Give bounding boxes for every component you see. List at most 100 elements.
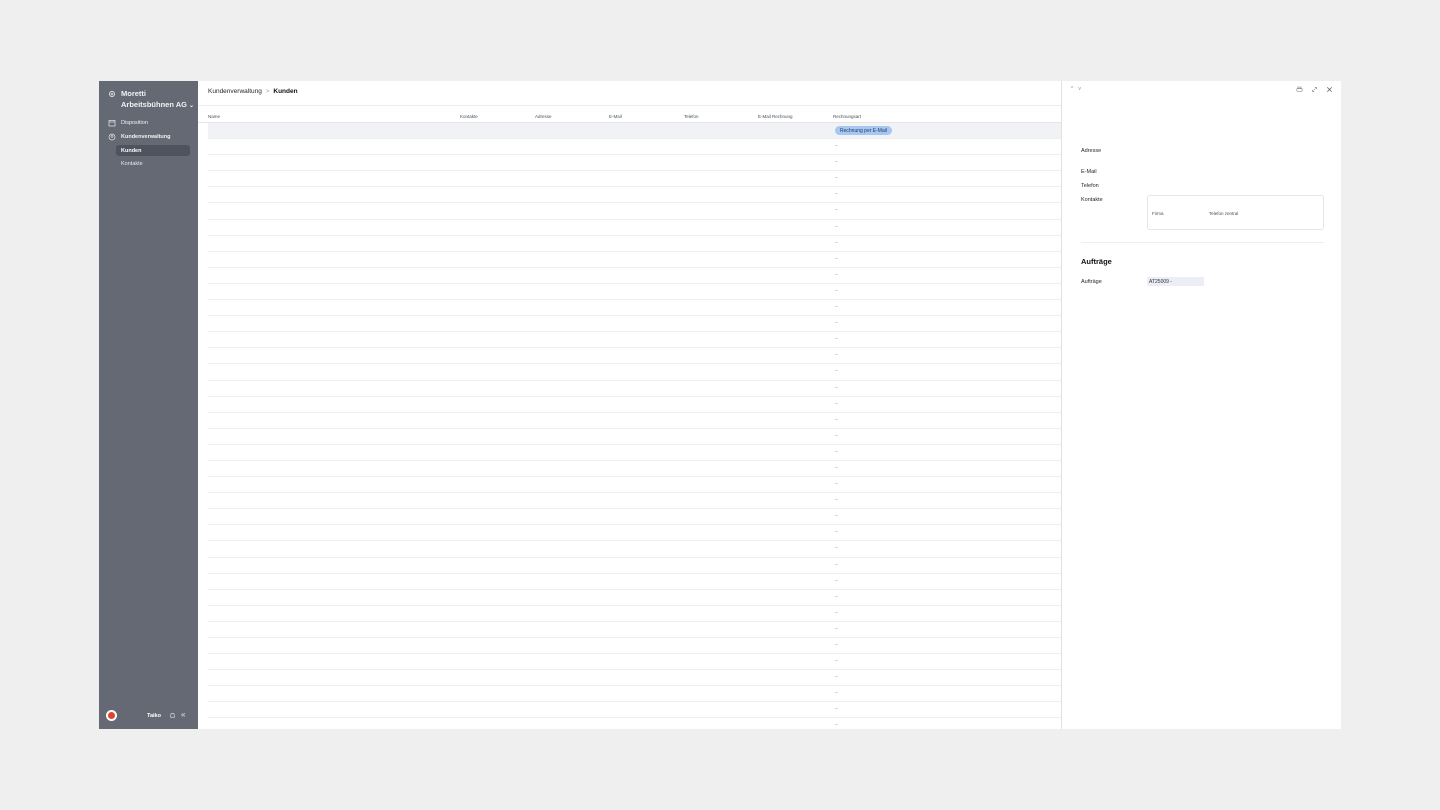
- empty-value: –: [835, 336, 838, 343]
- empty-value: –: [835, 223, 838, 230]
- table-row[interactable]: –: [208, 300, 1061, 317]
- column-header-telefon[interactable]: Telefon: [684, 114, 699, 119]
- empty-value: –: [835, 175, 838, 182]
- empty-value: –: [835, 352, 838, 359]
- chevron-down-icon: ⌄: [188, 103, 195, 109]
- empty-value: –: [835, 159, 838, 166]
- collapse-sidebar-icon[interactable]: «: [181, 710, 185, 719]
- table-body: Rechnung per E-Mail – – – – – – – – – – – – – – – – – – – – –…: [198, 123, 1061, 729]
- empty-value: –: [835, 143, 838, 150]
- table-row[interactable]: –: [208, 445, 1061, 461]
- table-row[interactable]: –: [208, 316, 1061, 333]
- table-row[interactable]: –: [208, 139, 1061, 156]
- table-row[interactable]: –: [208, 558, 1061, 574]
- empty-value: –: [835, 432, 838, 439]
- section-title-auftraege: Aufträge: [1081, 257, 1112, 266]
- empty-value: –: [835, 529, 838, 536]
- print-icon[interactable]: [1296, 86, 1303, 93]
- table-row[interactable]: –: [208, 718, 1061, 729]
- table-row[interactable]: –: [208, 606, 1061, 622]
- detail-panel: ^ v Adresse E-Mail Telefon Kontakte Firm…: [1061, 81, 1341, 729]
- order-chip[interactable]: AT25009 -: [1147, 277, 1204, 286]
- empty-value: –: [835, 593, 838, 600]
- empty-value: –: [835, 207, 838, 214]
- close-icon[interactable]: [1326, 86, 1333, 93]
- empty-value: –: [835, 561, 838, 568]
- table-row[interactable]: –: [208, 493, 1061, 510]
- table-row[interactable]: –: [208, 220, 1061, 236]
- table-row[interactable]: –: [208, 686, 1061, 703]
- empty-value: –: [835, 513, 838, 520]
- table-row[interactable]: –: [208, 332, 1061, 349]
- table-row[interactable]: –: [208, 171, 1061, 188]
- main-content: Kundenverwaltung > Kunden Name Kontakte …: [198, 81, 1061, 729]
- table-row[interactable]: –: [208, 348, 1061, 365]
- empty-value: –: [835, 545, 838, 552]
- table-row[interactable]: –: [208, 574, 1061, 590]
- empty-value: –: [835, 674, 838, 681]
- table-row[interactable]: –: [208, 525, 1061, 542]
- table-row[interactable]: –: [208, 670, 1061, 687]
- table-row[interactable]: –: [208, 413, 1061, 429]
- table-row[interactable]: –: [208, 638, 1061, 655]
- table-row[interactable]: –: [208, 654, 1061, 671]
- contacts-header-telefon-zentral[interactable]: Telefon zentral: [1209, 211, 1238, 216]
- avatar[interactable]: [106, 710, 117, 721]
- sidebar: Moretti Arbeitsbühnen AG ⌄ Disposition Ku…: [99, 81, 198, 729]
- previous-record-icon[interactable]: ^: [1071, 86, 1073, 92]
- table-row[interactable]: –: [208, 364, 1061, 381]
- empty-value: –: [835, 304, 838, 311]
- org-name-line1: Moretti: [121, 89, 146, 98]
- sidebar-footer: Taiko «: [99, 701, 198, 729]
- column-header-email[interactable]: E-Mail: [609, 114, 622, 119]
- column-header-kontakte[interactable]: Kontakte: [460, 114, 478, 119]
- next-record-icon[interactable]: v: [1078, 86, 1081, 92]
- breadcrumb-parent[interactable]: Kundenverwaltung: [208, 88, 262, 95]
- user-name[interactable]: Taiko: [147, 713, 161, 719]
- app-window: Moretti Arbeitsbühnen AG ⌄ Disposition Ku…: [99, 81, 1341, 729]
- table-row[interactable]: –: [208, 622, 1061, 638]
- field-label-kontakte: Kontakte: [1081, 197, 1103, 203]
- empty-value: –: [835, 368, 838, 375]
- table-row[interactable]: –: [208, 155, 1061, 172]
- sidebar-item-disposition[interactable]: Disposition: [108, 118, 148, 128]
- header-divider: [198, 105, 1061, 106]
- contacts-header-firma[interactable]: Firma: [1152, 211, 1164, 216]
- gear-icon: [109, 91, 115, 97]
- table-row[interactable]: –: [208, 477, 1061, 494]
- table-row[interactable]: –: [208, 429, 1061, 445]
- table-row[interactable]: –: [208, 509, 1061, 526]
- sidebar-subitem-kontakte[interactable]: Kontakte: [116, 158, 190, 169]
- bell-icon[interactable]: [169, 712, 176, 719]
- column-header-rechnungsart[interactable]: Rechnungsart: [833, 114, 861, 119]
- table-row[interactable]: –: [208, 397, 1061, 413]
- contacts-table: Firma Telefon zentral: [1147, 195, 1324, 230]
- column-header-email-rechnung[interactable]: E-Mail Rechnung: [758, 114, 793, 119]
- empty-value: –: [835, 400, 838, 407]
- breadcrumb: Kundenverwaltung > Kunden: [208, 88, 298, 95]
- table-row[interactable]: –: [208, 252, 1061, 268]
- table-row[interactable]: –: [208, 268, 1061, 284]
- empty-value: –: [835, 577, 838, 584]
- sidebar-item-kundenverwaltung[interactable]: Kundenverwaltung: [108, 132, 171, 142]
- table-row[interactable]: –: [208, 187, 1061, 204]
- table-row[interactable]: –: [208, 702, 1061, 719]
- empty-value: –: [835, 642, 838, 648]
- empty-value: –: [835, 239, 838, 246]
- table-row[interactable]: –: [208, 590, 1061, 606]
- table-row[interactable]: Rechnung per E-Mail: [208, 123, 1061, 140]
- empty-value: –: [835, 255, 838, 262]
- table-row[interactable]: –: [208, 461, 1061, 478]
- table-row[interactable]: –: [208, 541, 1061, 558]
- column-header-adresse[interactable]: Adresse: [535, 114, 552, 119]
- table-row[interactable]: –: [208, 203, 1061, 220]
- column-header-name[interactable]: Name: [208, 114, 220, 119]
- sidebar-subitem-kunden[interactable]: Kunden: [116, 145, 190, 156]
- table-row[interactable]: –: [208, 236, 1061, 252]
- empty-value: –: [835, 416, 838, 423]
- brand-logo-icon: [108, 712, 115, 719]
- link-icon[interactable]: [1311, 86, 1318, 93]
- empty-value: –: [835, 625, 838, 632]
- table-row[interactable]: –: [208, 381, 1061, 397]
- table-row[interactable]: –: [208, 284, 1061, 301]
